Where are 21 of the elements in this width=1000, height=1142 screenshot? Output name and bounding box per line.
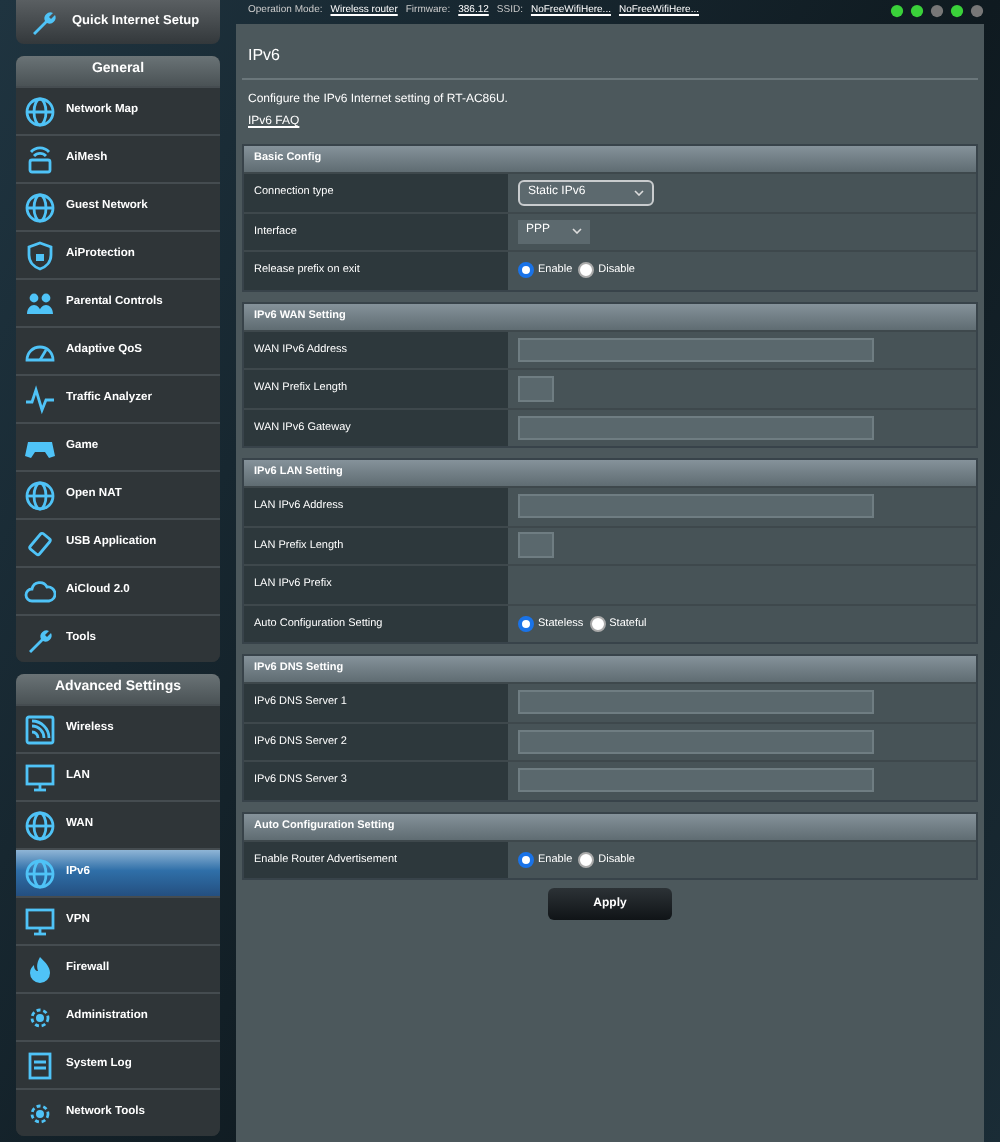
usb-stick-icon xyxy=(24,527,56,559)
caret-icon xyxy=(634,189,644,196)
waveform-icon xyxy=(24,383,56,415)
wrench-icon xyxy=(28,6,60,38)
input-field[interactable] xyxy=(518,415,874,440)
flame-icon xyxy=(24,953,56,985)
shield-icon xyxy=(24,239,56,271)
input-field[interactable] xyxy=(518,768,874,793)
input-field[interactable] xyxy=(518,690,874,715)
monitor-icon xyxy=(24,761,56,793)
page-title: IPv6 xyxy=(242,44,978,80)
input-field[interactable] xyxy=(518,494,874,519)
cloud-icon xyxy=(24,575,56,607)
monitor-icon xyxy=(24,905,56,937)
document-icon xyxy=(24,1049,56,1081)
input-field[interactable] xyxy=(518,337,874,362)
input-field[interactable] xyxy=(518,729,874,754)
router-icon xyxy=(24,143,56,175)
input-field[interactable] xyxy=(518,532,554,559)
input-field[interactable] xyxy=(518,375,554,402)
caret-icon xyxy=(572,228,582,235)
